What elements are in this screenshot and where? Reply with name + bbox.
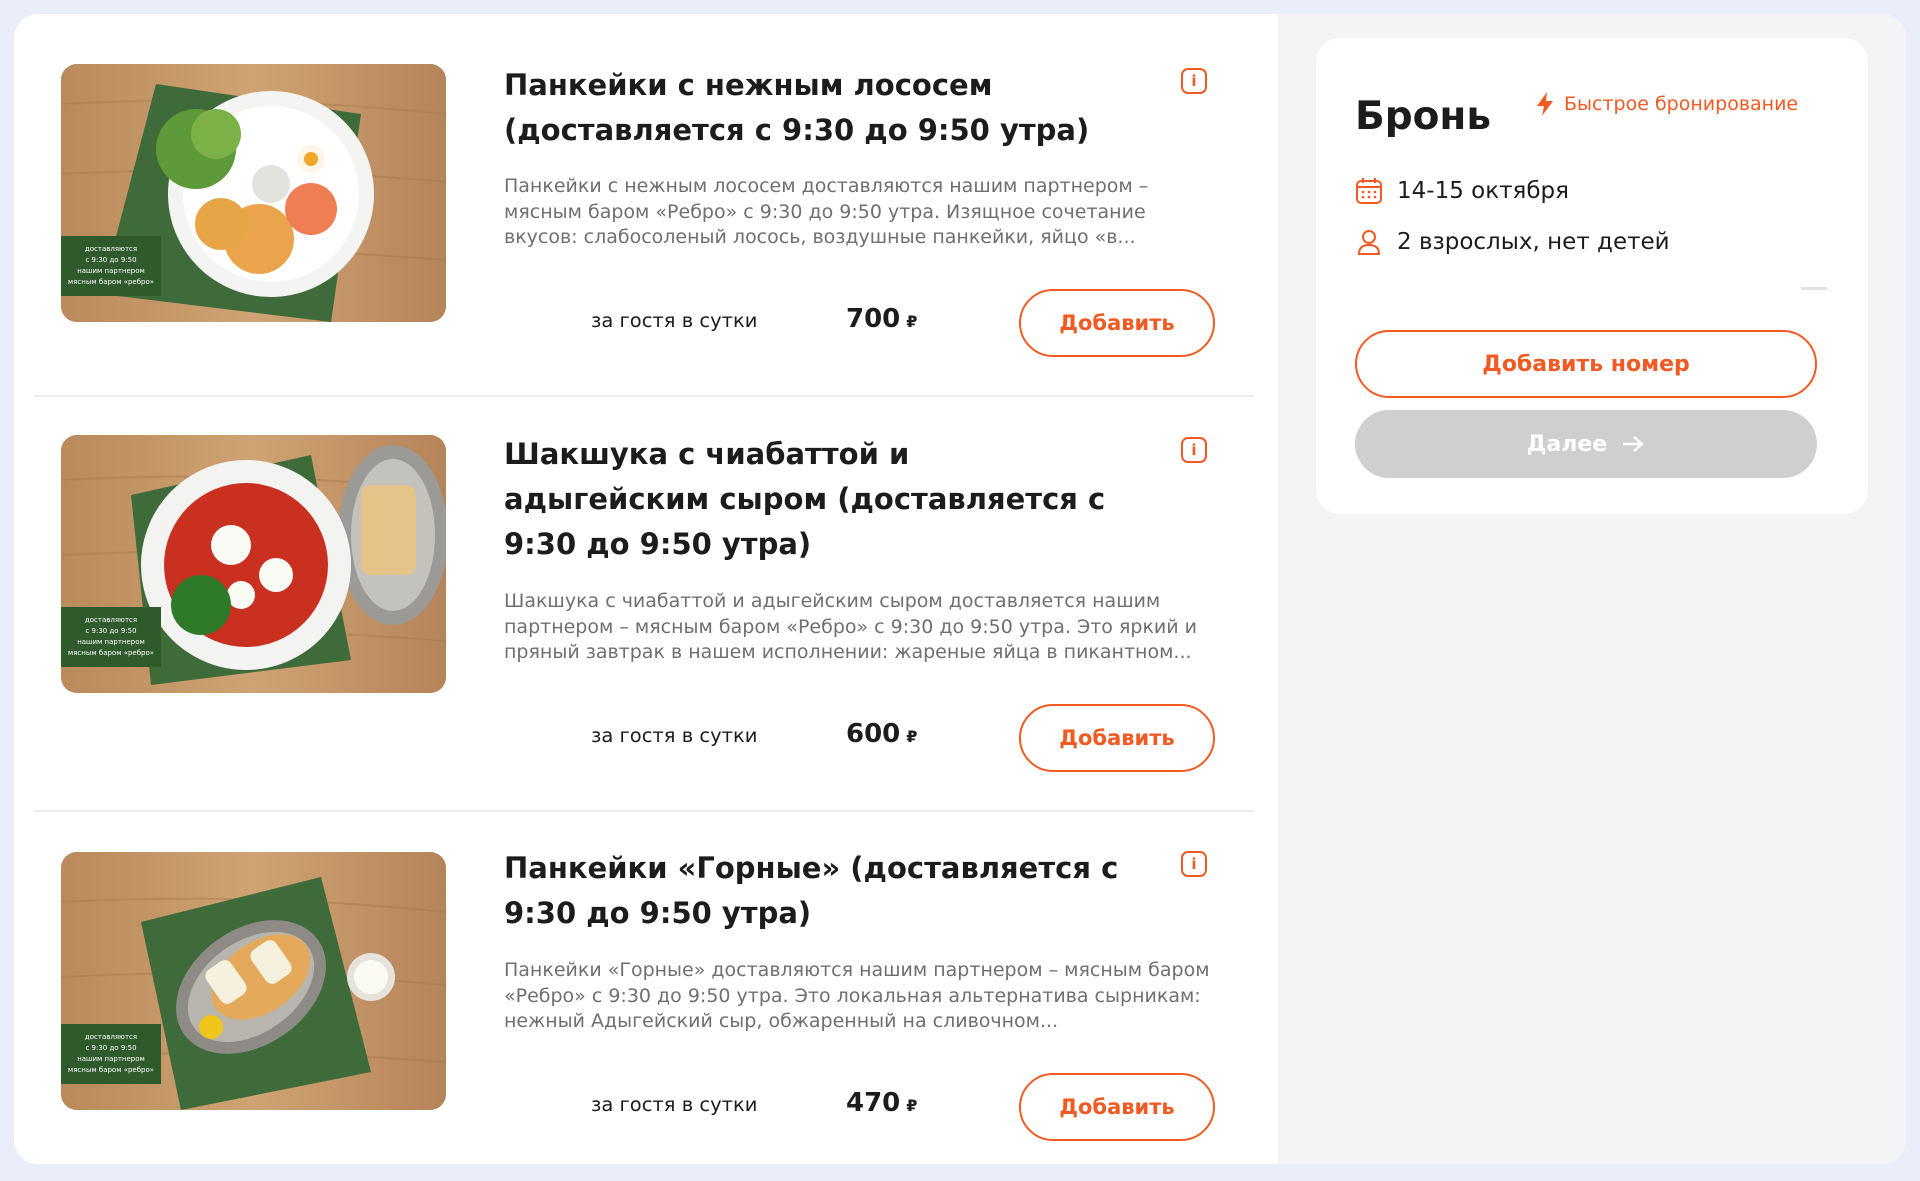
item-title: Шакшука с чиабаттой и адыгейским сыром (…: [504, 437, 1106, 561]
item-price: 470 ₽: [846, 1088, 966, 1118]
calendar-icon: [1356, 178, 1382, 204]
add-room-button[interactable]: Добавить номер: [1355, 330, 1817, 398]
person-icon: [1357, 230, 1381, 255]
currency-symbol: ₽: [906, 727, 918, 746]
item-title: Панкейки с нежным лососем (доставляется …: [504, 68, 1090, 147]
per-guest-label: за гостя в сутки: [591, 1093, 758, 1116]
info-icon[interactable]: i: [1181, 437, 1207, 463]
info-icon[interactable]: i: [1181, 68, 1207, 94]
lightning-icon: [1537, 92, 1553, 116]
quick-booking-label: Быстрое бронирование: [1564, 93, 1799, 115]
svg-text:с 9:30 до 9:50: с 9:30 до 9:50: [85, 627, 136, 635]
guests-text: 2 взрослых, нет детей: [1397, 229, 1670, 255]
quick-booking-link[interactable]: Быстрое бронирование: [1536, 92, 1798, 116]
item-image[interactable]: доставляются с 9:30 до 9:50 нашим партне…: [61, 852, 446, 1110]
arrow-right-icon: [1623, 436, 1645, 452]
booking-guests[interactable]: 2 взрослых, нет детей: [1355, 228, 1670, 256]
currency-symbol: ₽: [906, 312, 918, 331]
item-description: Панкейки «Горные» доставляются нашим пар…: [504, 959, 1210, 1032]
item-image[interactable]: доставляются с 9:30 до 9:50 нашим партне…: [61, 435, 446, 693]
menu-item: доставляются с 9:30 до 9:50 нашим партне…: [34, 397, 1254, 812]
svg-text:с 9:30 до 9:50: с 9:30 до 9:50: [85, 1044, 136, 1052]
add-button[interactable]: Добавить: [1019, 289, 1215, 357]
item-description: Панкейки с нежным лососем доставляются н…: [504, 175, 1149, 248]
divider: [1801, 287, 1827, 290]
currency-symbol: ₽: [906, 1096, 918, 1115]
svg-text:доставляются: доставляются: [85, 1033, 137, 1041]
price-value: 470: [846, 1088, 901, 1118]
menu-item: доставляются с 9:30 до 9:50 нашим партне…: [34, 812, 1254, 1164]
price-value: 600: [846, 719, 901, 749]
menu-item-list: доставляются с 9:30 до 9:50 нашим партне…: [34, 14, 1254, 1164]
svg-text:мясным баром «ребро»: мясным баром «ребро»: [68, 1066, 154, 1074]
dates-text: 14-15 октября: [1397, 178, 1569, 204]
booking-title: Бронь: [1355, 94, 1492, 139]
menu-item: доставляются с 9:30 до 9:50 нашим партне…: [34, 14, 1254, 397]
svg-text:с 9:30 до 9:50: с 9:30 до 9:50: [85, 256, 136, 264]
next-label: Далее: [1526, 431, 1608, 457]
svg-text:нашим партнером: нашим партнером: [77, 1055, 145, 1063]
info-icon[interactable]: i: [1181, 851, 1207, 877]
item-image[interactable]: доставляются с 9:30 до 9:50 нашим партне…: [61, 64, 446, 322]
per-guest-label: за гостя в сутки: [591, 724, 758, 747]
svg-text:нашим партнером: нашим партнером: [77, 267, 145, 275]
price-value: 700: [846, 304, 901, 334]
add-button[interactable]: Добавить: [1019, 1073, 1215, 1141]
booking-card: Бронь Быстрое бронирование 14-15 октября: [1316, 38, 1868, 514]
booking-dates[interactable]: 14-15 октября: [1355, 177, 1569, 205]
svg-text:нашим партнером: нашим партнером: [77, 638, 145, 646]
svg-text:мясным баром «ребро»: мясным баром «ребро»: [68, 278, 154, 286]
next-button[interactable]: Далее: [1355, 410, 1817, 478]
main-panel: доставляются с 9:30 до 9:50 нашим партне…: [14, 14, 1906, 1164]
svg-text:доставляются: доставляются: [85, 245, 137, 253]
item-title: Панкейки «Горные» (доставляется с 9:30 д…: [504, 851, 1119, 930]
item-price: 700 ₽: [846, 304, 966, 334]
svg-text:доставляются: доставляются: [85, 616, 137, 624]
svg-text:мясным баром «ребро»: мясным баром «ребро»: [68, 649, 154, 657]
item-description: Шакшука с чиабаттой и адыгейским сыром д…: [504, 590, 1198, 663]
add-button[interactable]: Добавить: [1019, 704, 1215, 772]
per-guest-label: за гостя в сутки: [591, 309, 758, 332]
item-price: 600 ₽: [846, 719, 966, 749]
